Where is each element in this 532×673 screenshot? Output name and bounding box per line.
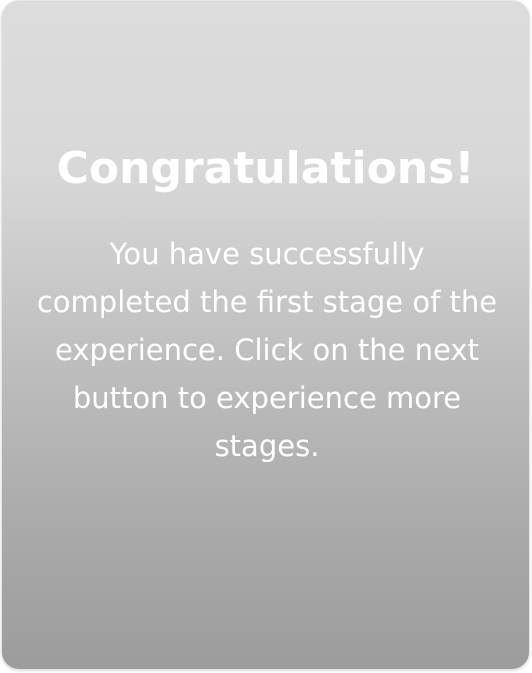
completion-message: You have successfully completed the firs… — [36, 237, 498, 463]
congratulations-card: Congratulations! You have successfully c… — [1, 0, 530, 670]
congratulations-title: Congratulations! — [56, 143, 475, 194]
